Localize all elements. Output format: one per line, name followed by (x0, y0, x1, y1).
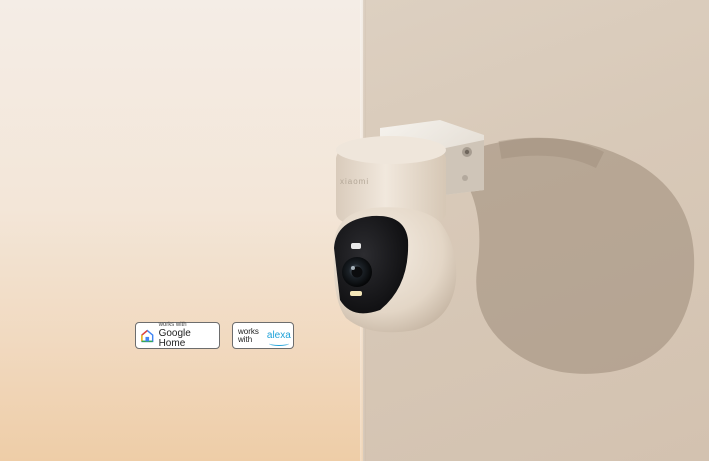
spotlight (351, 243, 361, 249)
camera-illustration: xiaomi (333, 120, 695, 374)
camera-shadow (470, 137, 695, 374)
compatibility-badges: works with Google Home works with alexa (135, 322, 294, 349)
alexa-badge: works with alexa (232, 322, 294, 349)
alexa-brand-text: alexa (266, 329, 291, 341)
alexa-smile-icon (268, 341, 289, 346)
camera-body (333, 207, 457, 333)
ir-light (350, 291, 362, 296)
camera-brand-text: xiaomi (340, 177, 369, 186)
alexa-brand: alexa (266, 329, 291, 346)
product-scene: xiaomi works with Google Home works with (0, 0, 709, 461)
google-home-badge: works with Google Home (135, 322, 220, 349)
google-home-icon (141, 329, 154, 342)
alexa-badge-line2: with (238, 334, 253, 344)
google-badge-line2: Google Home (158, 328, 191, 349)
